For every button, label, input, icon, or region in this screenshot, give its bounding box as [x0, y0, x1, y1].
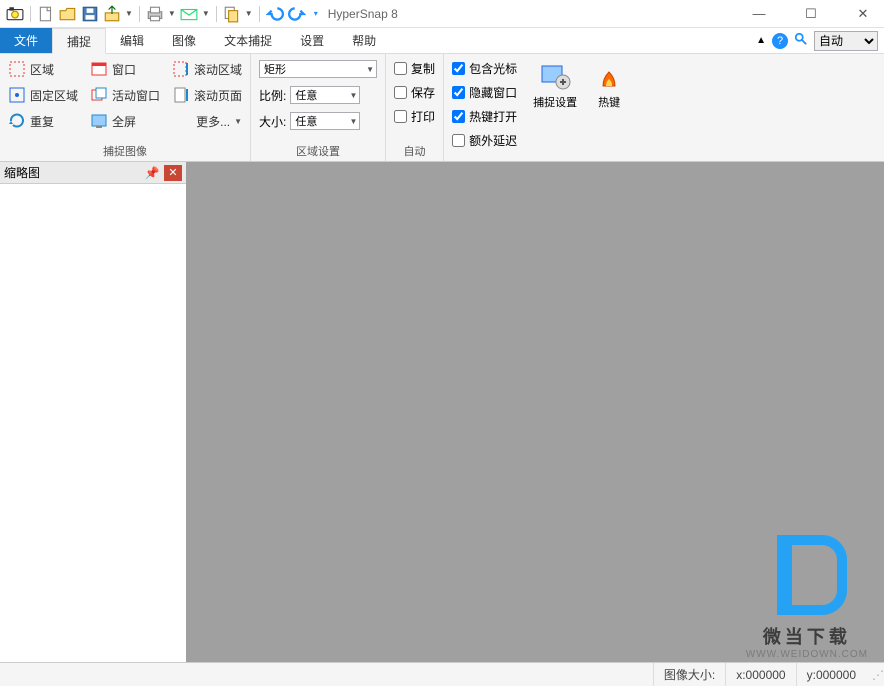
thumbnail-panel: 缩略图 📌 ✕ [0, 162, 186, 662]
btn-fullscreen[interactable]: 全屏 [90, 110, 160, 132]
email-icon[interactable] [180, 5, 198, 23]
btn-window[interactable]: 窗口 [90, 58, 160, 80]
chk-print[interactable]: 打印 [394, 106, 435, 126]
minimize-button[interactable]: — [744, 6, 774, 22]
shape-select[interactable]: 矩形▼ [259, 58, 377, 80]
tab-edit[interactable]: 编辑 [106, 28, 158, 53]
dropdown-icon[interactable]: ▼ [245, 9, 253, 18]
chk-hide-window[interactable]: 隐藏窗口 [452, 82, 517, 102]
save-icon[interactable] [81, 5, 99, 23]
status-x: x:000000 [725, 663, 795, 686]
tab-image[interactable]: 图像 [158, 28, 210, 53]
btn-scroll-region[interactable]: 滚动区域 [172, 58, 242, 80]
help-icon[interactable]: ? [772, 33, 788, 49]
btn-repeat[interactable]: 重复 [8, 110, 78, 132]
tab-settings[interactable]: 设置 [286, 28, 338, 53]
window-controls: — ☐ ✕ [744, 6, 878, 22]
undo-icon[interactable] [266, 5, 284, 23]
btn-region[interactable]: 区域 [8, 58, 78, 80]
chk-hotkey-open[interactable]: 热键打开 [452, 106, 517, 126]
panel-title: 缩略图 [4, 164, 144, 181]
app-title: HyperSnap 8 [328, 7, 398, 21]
chk-save[interactable]: 保存 [394, 82, 435, 102]
group-label: 捕捉图像 [8, 141, 242, 159]
dropdown-icon[interactable]: ▼ [125, 9, 133, 18]
dropdown-icon[interactable]: ▼ [202, 9, 210, 18]
copy-icon[interactable] [223, 5, 241, 23]
open-icon[interactable] [59, 5, 77, 23]
btn-more[interactable]: 更多...▼ [172, 110, 242, 132]
panel-close-button[interactable]: ✕ [164, 165, 182, 181]
resize-grip-icon[interactable]: ⋰ [866, 668, 884, 682]
btn-active-window[interactable]: 活动窗口 [90, 84, 160, 106]
redo-icon[interactable] [288, 5, 306, 23]
status-y: y:000000 [796, 663, 866, 686]
panel-header: 缩略图 📌 ✕ [0, 162, 186, 184]
group-label: 区域设置 [259, 141, 377, 159]
close-button[interactable]: ✕ [848, 6, 878, 22]
status-bar: 图像大小: x:000000 y:000000 ⋰ [0, 662, 884, 686]
group-options: 包含光标 隐藏窗口 热键打开 额外延迟 捕捉设置 热键 [444, 54, 637, 161]
btn-scroll-page[interactable]: 滚动页面 [172, 84, 242, 106]
pin-icon[interactable]: 📌 [144, 166, 160, 180]
btn-capture-settings[interactable]: 捕捉设置 [529, 58, 581, 112]
chk-copy[interactable]: 复制 [394, 58, 435, 78]
tab-text-capture[interactable]: 文本捕捉 [210, 28, 286, 53]
menu-bar: 文件 捕捉 编辑 图像 文本捕捉 设置 帮助 ▲ ? 自动 [0, 28, 884, 54]
status-image-size-label: 图像大小: [653, 663, 725, 686]
camera-icon[interactable] [6, 5, 24, 23]
new-icon[interactable] [37, 5, 55, 23]
quick-access-toolbar: ▼ ▼ ▼ ▼ ▾ [6, 5, 318, 23]
group-label: 自动 [394, 141, 435, 159]
zoom-select[interactable]: 自动 [814, 31, 878, 51]
tab-file[interactable]: 文件 [0, 28, 52, 53]
tab-capture[interactable]: 捕捉 [52, 28, 106, 54]
btn-hotkeys[interactable]: 热键 [589, 58, 629, 112]
chk-extra-delay[interactable]: 额外延迟 [452, 130, 517, 150]
dropdown-icon[interactable]: ▼ [168, 9, 176, 18]
group-auto: 复制 保存 打印 自动 [386, 54, 444, 161]
workspace: 缩略图 📌 ✕ [0, 162, 884, 662]
btn-fixed-region[interactable]: 固定区域 [8, 84, 78, 106]
print-icon[interactable] [146, 5, 164, 23]
ratio-select[interactable]: 比例:任意▼ [259, 84, 377, 106]
maximize-button[interactable]: ☐ [796, 6, 826, 22]
group-capture-image: 区域 固定区域 重复 窗口 活动窗口 全屏 滚动区域 滚动页面 更多...▼ 捕… [0, 54, 251, 161]
group-region-settings: 矩形▼ 比例:任意▼ 大小:任意▼ 区域设置 [251, 54, 386, 161]
canvas-area[interactable] [186, 162, 884, 662]
tab-help[interactable]: 帮助 [338, 28, 390, 53]
search-icon[interactable] [794, 32, 808, 49]
size-select[interactable]: 大小:任意▼ [259, 110, 377, 132]
collapse-ribbon-icon[interactable]: ▲ [756, 35, 766, 46]
ribbon: 区域 固定区域 重复 窗口 活动窗口 全屏 滚动区域 滚动页面 更多...▼ 捕… [0, 54, 884, 162]
qat-customize-icon[interactable]: ▾ [314, 9, 318, 18]
chk-include-cursor[interactable]: 包含光标 [452, 58, 517, 78]
export-icon[interactable] [103, 5, 121, 23]
title-bar: ▼ ▼ ▼ ▼ ▾ HyperSnap 8 — ☐ ✕ [0, 0, 884, 28]
